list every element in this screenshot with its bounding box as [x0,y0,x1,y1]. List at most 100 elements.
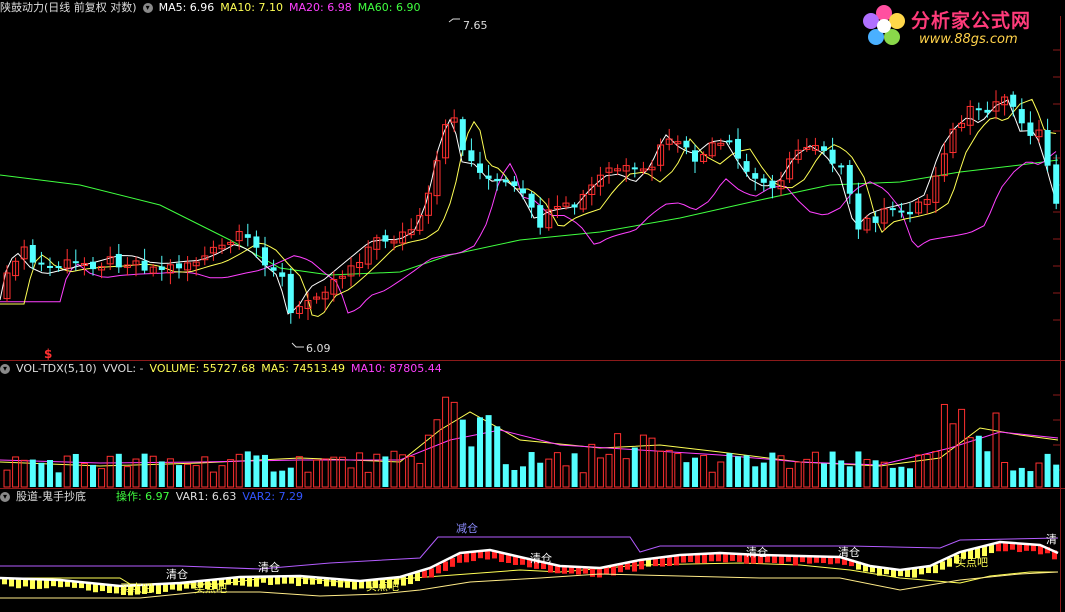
volume-bar [829,451,836,487]
candle-body [872,216,879,223]
candle-body [279,272,286,277]
label-clear-cut: 清 [1046,533,1057,546]
volume-bar [631,447,638,487]
label-clear: 清仓 [746,545,768,559]
volume-bar [717,461,725,488]
candle-body [537,205,544,228]
volume-bar [141,453,148,487]
high-pointer [448,18,460,23]
volume-bar [1035,462,1043,488]
volume-bar [992,412,1000,488]
label-buy: 买点吧 [194,582,227,595]
ma20-line [0,151,1057,314]
indicator-histogram-bar [618,564,623,573]
volume-bar [98,468,106,488]
indicator-histogram-bar [471,551,476,562]
volume-bar [674,453,682,488]
candle-body [477,163,483,173]
indicator-histogram-bar [408,574,413,585]
volume-bar [907,468,913,487]
volume-bar [295,456,303,488]
low-pointer [291,342,304,348]
volume-bar [915,454,923,488]
volume-bar [390,450,398,488]
volume-bar [364,471,372,488]
label-clear: 清仓 [258,560,280,574]
stock-chart[interactable]: 7.65 6.09 $ 减仓 清仓 清仓 清仓 清仓 清仓 清 买点吧 买点吧 … [0,0,1065,612]
volume-bar [158,461,165,487]
volume-bar [279,470,286,487]
volume-bar [227,459,235,488]
candle-body [244,234,251,238]
volume-bar [786,467,794,488]
volume-bar [889,467,896,487]
volume-bar [338,456,346,488]
candle-body [262,247,268,266]
volume-bar [321,458,329,488]
label-clear: 清仓 [530,551,552,565]
candle-body [769,180,776,189]
volume-bar [657,450,665,488]
volume-bar [209,471,217,488]
volume-bar [821,463,827,487]
volume-bar [166,458,174,488]
label-buy: 买点吧 [955,556,988,569]
volume-bar [450,401,458,488]
candle-body [502,179,509,183]
indicator-histogram-bar [702,553,707,564]
volume-bar [553,452,561,488]
indicator-histogram-bar [485,550,490,560]
volume-bar [20,459,28,488]
candle-body [1027,122,1034,136]
volume-bar [184,463,192,488]
volume-bar [1018,467,1025,487]
volume-bar [3,469,11,488]
volume-bar [356,452,364,488]
volume-bar [898,466,905,487]
indicator-histogram-bar [912,568,917,578]
indicator-histogram-bar [695,554,700,564]
volume-bar [794,461,802,488]
volume-bar [1010,470,1017,487]
volume-bar [55,472,62,487]
ma10-line [0,98,1057,318]
candle-body [511,181,518,186]
volume-bar [176,465,182,487]
indicator-histogram-bar [268,576,273,586]
indicator-histogram-bar [940,561,945,570]
volume-bar [1027,471,1034,487]
indicator-histogram-bar [429,568,434,578]
indicator-histogram-bar [464,552,469,563]
candle-body [907,211,913,215]
volume-bar [605,453,613,488]
volume-bar [692,457,698,487]
volume-bar [940,403,948,488]
candle-body [1010,94,1017,107]
volume-bar [846,466,853,487]
candle-body [743,161,750,172]
candle-body [29,244,36,263]
candle-body [683,140,690,148]
volume-bar [347,467,355,488]
candle-body [760,178,767,183]
indicator-histogram-bar [674,555,679,566]
volume-bar [29,459,36,487]
candle-body [382,235,389,242]
volume-bar [373,453,381,488]
indicator-histogram-bar [457,554,462,563]
volume-bar [287,467,294,487]
indicator-plot [0,536,1059,599]
candle-body [984,109,991,113]
indicator-histogram-bar [667,556,672,566]
volume-bar [1001,461,1009,488]
indicator-histogram-bar [254,576,259,587]
indicator-histogram-bar [716,553,721,562]
volume-bar [235,453,243,488]
candle-body [158,266,165,271]
candle-body [494,178,501,182]
volume-bar [72,453,79,487]
candle-body [752,173,759,179]
candle-body [287,273,294,314]
price-gridlines [1053,49,1060,471]
indicator-histogram-bar [240,577,245,586]
